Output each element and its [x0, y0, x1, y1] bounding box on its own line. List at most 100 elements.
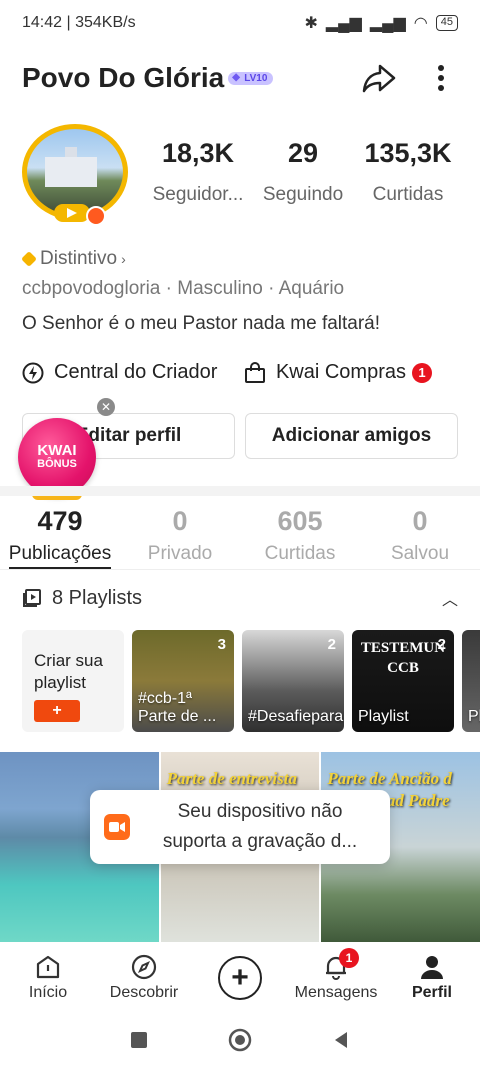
playlist-caption: Pl	[468, 708, 480, 725]
playlist-card[interactable]: TESTEMUN CCB 2 Playlist	[352, 630, 454, 732]
creator-center-link[interactable]: Central do Criador	[22, 361, 217, 384]
home-button-icon[interactable]	[228, 1028, 252, 1052]
playlists-header[interactable]: 8 Playlists ︿	[22, 586, 458, 610]
playlist-card[interactable]: Pl	[462, 630, 480, 732]
nav-label: Mensagens	[294, 984, 378, 1001]
status-time: 14:42 | 354KB/s	[22, 14, 136, 31]
video-overlay-text: Parte de entrevista	[166, 769, 297, 788]
live-icon	[54, 204, 90, 222]
system-navigation	[0, 1014, 480, 1066]
playlist-icon	[23, 589, 41, 607]
stat-value: 18,3K	[161, 138, 235, 168]
tab-label: Publicações	[8, 543, 112, 569]
signal-icon-2: ▂▄▆	[369, 15, 406, 32]
home-icon	[36, 955, 60, 979]
tab-privado[interactable]: 0 Privado	[120, 500, 240, 569]
record-icon	[86, 206, 106, 226]
nav-label: Perfil	[411, 984, 452, 1001]
playlist-caption: #ccb-1ª Parte de ...	[138, 690, 217, 725]
nav-discover[interactable]: Descobrir	[99, 954, 189, 1002]
messages-badge: 1	[339, 948, 359, 968]
playlist-count: 2	[437, 636, 446, 653]
badge-icon	[21, 251, 37, 267]
playlist-count: 2	[327, 636, 336, 653]
level-badge: LV10	[228, 71, 274, 85]
creator-row: Central do Criador Kwai Compras 1	[22, 361, 458, 384]
kwai-shop-link[interactable]: Kwai Compras 1	[244, 361, 432, 384]
profile-bio: O Senhor é o meu Pastor nada me faltará!	[22, 313, 381, 334]
tab-count: 605	[277, 506, 323, 536]
share-icon[interactable]	[362, 61, 396, 95]
create-playlist-label: Criar sua playlist	[34, 651, 103, 692]
nav-label: Início	[28, 984, 68, 1001]
person-icon	[421, 956, 443, 979]
playlist-caption: #Desafiepara100kVis	[248, 708, 344, 725]
stat-label: Seguindo	[262, 184, 344, 205]
bottom-navigation: Início Descobrir + 1 Mensagens Perfil	[0, 942, 480, 1014]
plus-icon: +	[218, 956, 262, 1000]
stat-likes[interactable]: 135,3K Curtidas	[356, 138, 460, 206]
avatar[interactable]	[14, 112, 134, 226]
tab-count: 0	[172, 506, 188, 536]
tab-salvou[interactable]: 0 Salvou	[360, 500, 480, 569]
tab-count: 479	[37, 506, 83, 536]
profile-header: Povo Do Glória LV10	[22, 58, 458, 98]
badge-link[interactable]: Distintivo ›	[21, 248, 126, 270]
profile-stats: 18,3K Seguidor... 29 Seguindo 135,3K Cur…	[146, 138, 460, 206]
signal-icon: ▂▄▆	[325, 15, 362, 32]
recording-toast: Seu dispositivo não suporta a gravação d…	[90, 790, 390, 864]
creator-center-label: Central do Criador	[54, 361, 218, 383]
nav-messages[interactable]: 1 Mensagens	[291, 948, 381, 1002]
status-icons: ✱ ▂▄▆ ▂▄▆ ◠ 45	[304, 13, 458, 33]
chevron-right-icon: ›	[121, 251, 126, 267]
badge-label: Distintivo	[40, 248, 118, 269]
stat-followers[interactable]: 18,3K Seguidor...	[146, 138, 250, 206]
playlist-count: 3	[217, 636, 226, 653]
stat-value: 135,3K	[364, 138, 452, 168]
tab-label: Curtidas	[264, 543, 336, 564]
status-bar: 14:42 | 354KB/s ✱ ▂▄▆ ▂▄▆ ◠ 45	[0, 0, 480, 46]
kwai-bonus-title: KWAI	[37, 442, 77, 459]
create-playlist-button[interactable]: +	[34, 700, 80, 722]
profile-meta: ccbpovodogloria · Masculino · Aquário	[22, 278, 345, 299]
tab-label: Privado	[147, 543, 213, 564]
kwai-shop-label: Kwai Compras	[275, 361, 406, 383]
more-options-icon[interactable]	[424, 61, 458, 95]
nav-home[interactable]: Início	[3, 954, 93, 1002]
tab-curtidas[interactable]: 605 Curtidas	[240, 500, 360, 569]
battery-indicator: 45	[435, 15, 458, 31]
playlist-art-text: TESTEMUN CCB	[360, 640, 446, 676]
playlist-card[interactable]: 3 #ccb-1ª Parte de ...	[132, 630, 234, 732]
stat-following[interactable]: 29 Seguindo	[251, 138, 355, 206]
shop-notification-badge: 1	[412, 362, 432, 383]
tab-count: 0	[412, 506, 428, 536]
create-playlist-card[interactable]: Criar sua playlist +	[22, 630, 124, 732]
stat-value: 29	[287, 138, 319, 168]
playlist-card[interactable]: 2 #Desafiepara100kVis	[242, 630, 344, 732]
add-friends-button[interactable]: Adicionar amigos	[245, 413, 458, 459]
back-icon[interactable]	[331, 1030, 351, 1050]
shopping-bag-icon	[244, 361, 265, 383]
profile-name: Povo Do Glória	[22, 62, 225, 93]
nav-profile[interactable]: Perfil	[387, 954, 477, 1002]
playlist-strip: Criar sua playlist + 3 #ccb-1ª Parte de …	[22, 630, 480, 732]
tab-label: Salvou	[390, 543, 450, 564]
wifi-icon: ◠	[413, 15, 428, 32]
close-icon[interactable]: ✕	[97, 398, 115, 416]
compass-icon	[131, 954, 157, 980]
chevron-up-icon[interactable]: ︿	[442, 586, 458, 610]
section-divider	[0, 486, 480, 496]
stat-label: Seguidor...	[152, 184, 244, 205]
nav-label: Descobrir	[109, 984, 179, 1001]
nav-create[interactable]: +	[195, 956, 285, 1000]
stat-label: Curtidas	[372, 184, 444, 205]
recents-icon[interactable]	[129, 1030, 149, 1050]
content-tabs: 479 Publicações 0 Privado 605 Curtidas 0…	[0, 500, 480, 570]
lightning-icon	[22, 362, 44, 383]
kwai-bonus-subtitle: BÔNUS	[37, 458, 77, 470]
tab-publicacoes[interactable]: 479 Publicações	[0, 500, 120, 569]
playlist-caption: Playlist	[358, 708, 409, 725]
kwai-bonus-button[interactable]: KWAI BÔNUS	[18, 418, 96, 500]
playlists-count-label: 8 Playlists	[52, 586, 143, 609]
toast-message: Seu dispositivo não suporta a gravação d…	[162, 801, 358, 852]
